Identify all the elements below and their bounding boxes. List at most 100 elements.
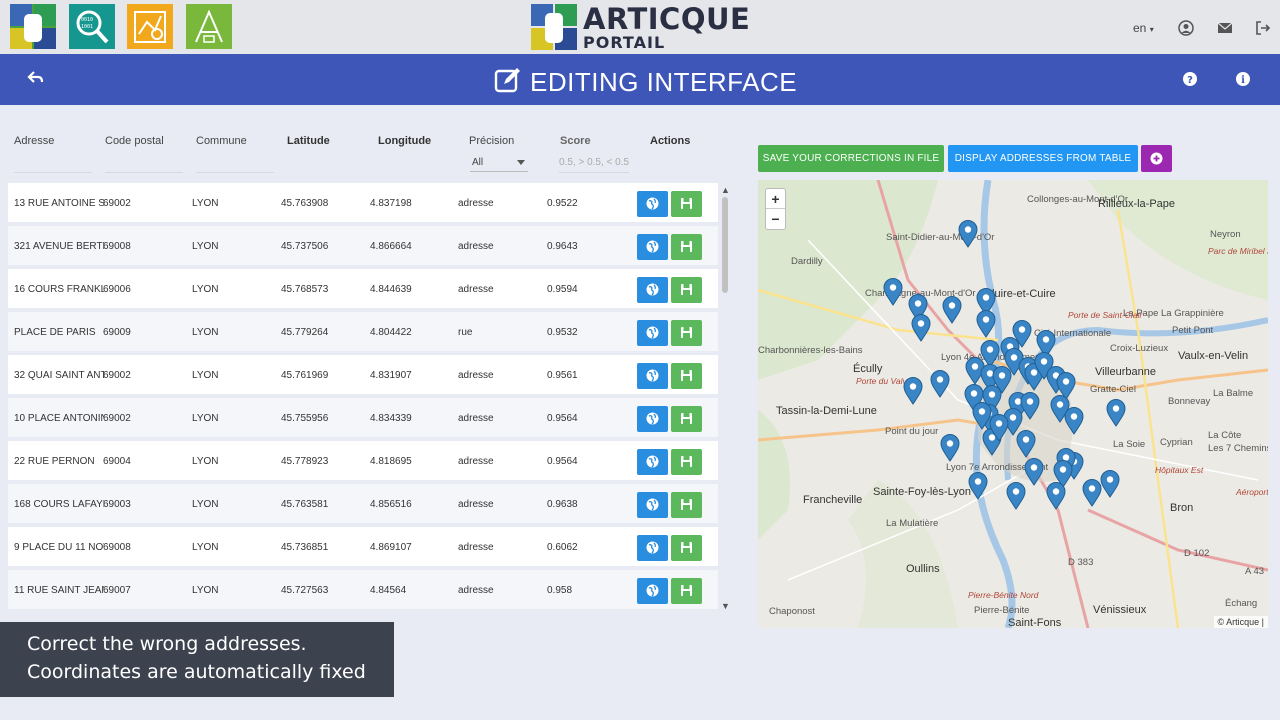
postal-code-cell[interactable]: 69003 <box>103 499 143 510</box>
arcgis-app-icon[interactable] <box>10 4 56 49</box>
address-cell[interactable]: 321 AVENUE BERTHELOT <box>14 241 104 252</box>
help-icon[interactable]: ? <box>1183 72 1197 86</box>
geocode-button[interactable] <box>637 363 668 389</box>
map-marker-icon[interactable] <box>1006 482 1026 510</box>
scroll-down-icon[interactable]: ▼ <box>721 601 730 611</box>
table-row[interactable]: 32 QUAI SAINT ANTOINE69002 LYON 45.761969 4… <box>8 355 718 396</box>
address-cell[interactable]: 16 COURS FRANKLIN ROOSEVELT <box>14 284 104 295</box>
column-header-score[interactable]: Score <box>560 135 591 147</box>
table-row[interactable]: 16 COURS FRANKLIN ROOSEVELT69006 LYON 45.7… <box>8 269 718 310</box>
user-icon[interactable] <box>1178 20 1194 36</box>
table-row[interactable]: 9 PLACE DU 11 NOVEMBRE69008 LYON 45.736851… <box>8 527 718 568</box>
city-cell[interactable]: LYON <box>192 499 252 510</box>
map-marker-icon[interactable] <box>968 472 988 500</box>
address-cell[interactable]: 13 RUE ANTOINE SALLES <box>14 198 104 209</box>
map-attribution[interactable]: © Articque | <box>1213 616 1268 628</box>
city-cell[interactable]: LYON <box>192 327 252 338</box>
map-marker-icon[interactable] <box>1046 482 1066 510</box>
save-row-button[interactable] <box>671 492 702 518</box>
geocode-button[interactable] <box>637 191 668 217</box>
save-corrections-button[interactable]: SAVE YOUR CORRECTIONS IN FILE <box>758 145 944 172</box>
address-cell[interactable]: 11 RUE SAINT JEAN <box>14 585 104 596</box>
column-header-longitude[interactable]: Longitude <box>378 135 431 147</box>
save-row-button[interactable] <box>671 234 702 260</box>
map-marker-icon[interactable] <box>942 296 962 324</box>
city-cell[interactable]: LYON <box>192 585 252 596</box>
map-marker-icon[interactable] <box>989 414 1009 442</box>
city-cell[interactable]: LYON <box>192 456 252 467</box>
map-marker-icon[interactable] <box>976 310 996 338</box>
address-filter-input[interactable] <box>14 172 92 173</box>
city-cell[interactable]: LYON <box>192 413 252 424</box>
city-cell[interactable]: LYON <box>192 542 252 553</box>
map-marker-icon[interactable] <box>883 278 903 306</box>
map-marker-icon[interactable] <box>930 370 950 398</box>
logout-icon[interactable] <box>1255 20 1271 36</box>
survey-app-icon[interactable] <box>186 4 232 49</box>
save-row-button[interactable] <box>671 320 702 346</box>
map-marker-icon[interactable] <box>1064 407 1084 435</box>
geocode-button[interactable] <box>637 535 668 561</box>
geocode-button[interactable] <box>637 234 668 260</box>
scroll-thumb[interactable] <box>722 197 728 293</box>
zoom-in-button[interactable]: + <box>766 189 785 209</box>
score-filter-input[interactable] <box>559 172 629 173</box>
add-button[interactable] <box>1141 145 1172 172</box>
map-marker-icon[interactable] <box>911 314 931 342</box>
geocode-button[interactable] <box>637 578 668 604</box>
address-cell[interactable]: 168 COURS LAFAYETTE <box>14 499 104 510</box>
geocoding-app-icon[interactable]: 0010 1001 <box>69 4 115 49</box>
postal-code-cell[interactable]: 69008 <box>103 241 143 252</box>
info-icon[interactable]: i <box>1236 72 1250 86</box>
column-header-city[interactable]: Commune <box>196 135 247 147</box>
mail-icon[interactable] <box>1217 20 1233 36</box>
postal-code-cell[interactable]: 69007 <box>103 585 143 596</box>
postal-code-filter-input[interactable] <box>105 172 183 173</box>
address-cell[interactable]: PLACE DE PARIS <box>14 327 104 338</box>
address-cell[interactable]: 9 PLACE DU 11 NOVEMBRE <box>14 542 104 553</box>
postal-code-cell[interactable]: 69002 <box>103 198 143 209</box>
map-marker-icon[interactable] <box>1016 430 1036 458</box>
save-row-button[interactable] <box>671 363 702 389</box>
language-select[interactable]: en ▾ <box>1133 21 1154 35</box>
map-marker-icon[interactable] <box>1082 479 1102 507</box>
precision-filter-select[interactable]: All <box>470 156 528 172</box>
table-row[interactable]: 11 RUE SAINT JEAN 69007 LYON 45.727563 4.845… <box>8 570 718 611</box>
table-scrollbar[interactable]: ▲ ▼ <box>719 183 733 613</box>
map-marker-icon[interactable] <box>940 434 960 462</box>
postal-code-cell[interactable]: 69008 <box>103 542 143 553</box>
map-editing-app-icon[interactable] <box>127 4 173 49</box>
column-header-precision[interactable]: Précision <box>469 135 514 147</box>
city-cell[interactable]: LYON <box>192 198 252 209</box>
table-row[interactable]: 168 COURS LAFAYETTE69003 LYON 45.763581 4.8… <box>8 484 718 525</box>
geocode-button[interactable] <box>637 406 668 432</box>
table-row[interactable]: PLACE DE PARIS 69009 LYON 45.779264 4.804422… <box>8 312 718 353</box>
city-cell[interactable]: LYON <box>192 370 252 381</box>
save-row-button[interactable] <box>671 535 702 561</box>
table-row[interactable]: 22 RUE PERNON 69004 LYON 45.778923 4.818695 a… <box>8 441 718 482</box>
column-header-postal-code[interactable]: Code postal <box>105 135 164 147</box>
postal-code-cell[interactable]: 69002 <box>103 370 143 381</box>
postal-code-cell[interactable]: 69006 <box>103 284 143 295</box>
city-cell[interactable]: LYON <box>192 241 252 252</box>
map-marker-icon[interactable] <box>958 220 978 248</box>
city-cell[interactable]: LYON <box>192 284 252 295</box>
map-view[interactable]: Collonges-au-Mont-d'Or Rillieux-la-Pape Sa… <box>758 180 1268 628</box>
map-marker-icon[interactable] <box>903 377 923 405</box>
zoom-out-button[interactable]: − <box>766 209 785 229</box>
map-marker-icon[interactable] <box>1106 399 1126 427</box>
city-filter-input[interactable] <box>196 172 274 173</box>
save-row-button[interactable] <box>671 406 702 432</box>
postal-code-cell[interactable]: 69004 <box>103 456 143 467</box>
geocode-button[interactable] <box>637 320 668 346</box>
geocode-button[interactable] <box>637 492 668 518</box>
address-cell[interactable]: 32 QUAI SAINT ANTOINE <box>14 370 104 381</box>
table-row[interactable]: 10 PLACE ANTONIN PONCET69002 LYON 45.75595… <box>8 398 718 439</box>
table-row[interactable]: 13 RUE ANTOINE SALLES69002 LYON 45.763908 4… <box>8 183 718 224</box>
postal-code-cell[interactable]: 69002 <box>103 413 143 424</box>
save-row-button[interactable] <box>671 191 702 217</box>
geocode-button[interactable] <box>637 449 668 475</box>
save-row-button[interactable] <box>671 277 702 303</box>
save-row-button[interactable] <box>671 449 702 475</box>
address-cell[interactable]: 10 PLACE ANTONIN PONCET <box>14 413 104 424</box>
